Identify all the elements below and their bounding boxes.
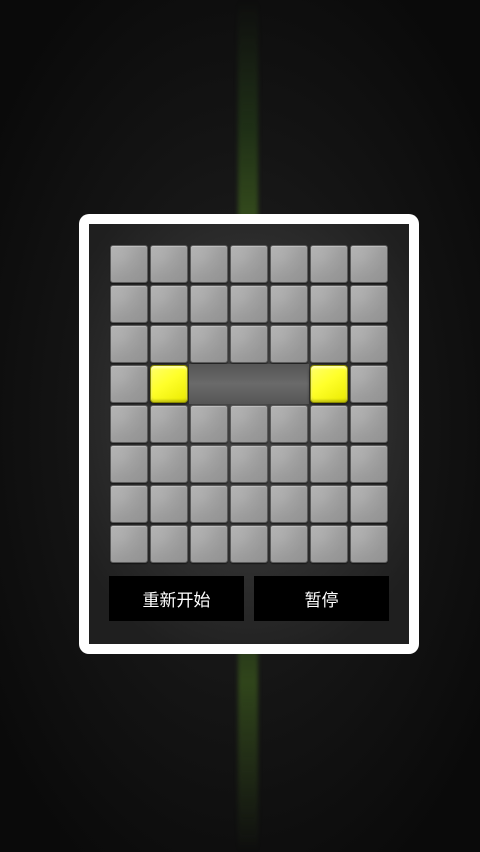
stone-block[interactable] [110, 245, 148, 283]
stone-block[interactable] [230, 405, 268, 443]
stone-block[interactable] [150, 285, 188, 323]
stone-block[interactable] [230, 325, 268, 363]
game-dialog: 重新开始 暂停 [79, 214, 419, 654]
stone-block[interactable] [270, 525, 308, 563]
stone-block[interactable] [190, 325, 228, 363]
stone-block[interactable] [310, 445, 348, 483]
stone-block[interactable] [230, 485, 268, 523]
stone-block[interactable] [110, 365, 148, 403]
stone-block[interactable] [310, 405, 348, 443]
stone-block[interactable] [270, 445, 308, 483]
stone-block[interactable] [150, 445, 188, 483]
stone-block[interactable] [190, 245, 228, 283]
stone-block[interactable] [150, 525, 188, 563]
stone-block[interactable] [110, 525, 148, 563]
stone-block[interactable] [350, 365, 388, 403]
stone-block[interactable] [150, 325, 188, 363]
stone-block[interactable] [110, 485, 148, 523]
stone-block[interactable] [310, 285, 348, 323]
stone-block[interactable] [230, 445, 268, 483]
stone-block[interactable] [150, 405, 188, 443]
stone-block[interactable] [230, 285, 268, 323]
stone-block[interactable] [150, 485, 188, 523]
stone-block[interactable] [350, 285, 388, 323]
stone-block[interactable] [350, 445, 388, 483]
stone-block[interactable] [270, 485, 308, 523]
stone-block[interactable] [190, 285, 228, 323]
tile-block[interactable] [150, 365, 188, 403]
stone-block[interactable] [110, 285, 148, 323]
stone-block[interactable] [350, 485, 388, 523]
empty-cell [189, 364, 229, 404]
stone-block[interactable] [110, 445, 148, 483]
game-board [109, 244, 389, 564]
stone-block[interactable] [310, 525, 348, 563]
stone-block[interactable] [350, 405, 388, 443]
stone-block[interactable] [350, 525, 388, 563]
stone-block[interactable] [310, 325, 348, 363]
stone-block[interactable] [110, 325, 148, 363]
stone-block[interactable] [350, 325, 388, 363]
empty-cell [269, 364, 309, 404]
stone-block[interactable] [190, 405, 228, 443]
stone-block[interactable] [150, 245, 188, 283]
stone-block[interactable] [190, 485, 228, 523]
stone-block[interactable] [230, 245, 268, 283]
tile-block[interactable] [310, 365, 348, 403]
stone-block[interactable] [270, 285, 308, 323]
stone-block[interactable] [190, 445, 228, 483]
empty-cell [229, 364, 269, 404]
stone-block[interactable] [310, 245, 348, 283]
restart-button[interactable]: 重新开始 [109, 576, 244, 621]
stone-block[interactable] [310, 485, 348, 523]
stone-block[interactable] [350, 245, 388, 283]
stone-block[interactable] [270, 325, 308, 363]
board-panel: 重新开始 暂停 [89, 224, 409, 644]
stone-block[interactable] [110, 405, 148, 443]
stone-block[interactable] [270, 405, 308, 443]
stone-block[interactable] [190, 525, 228, 563]
stone-block[interactable] [270, 245, 308, 283]
pause-button[interactable]: 暂停 [254, 576, 389, 621]
stone-block[interactable] [230, 525, 268, 563]
